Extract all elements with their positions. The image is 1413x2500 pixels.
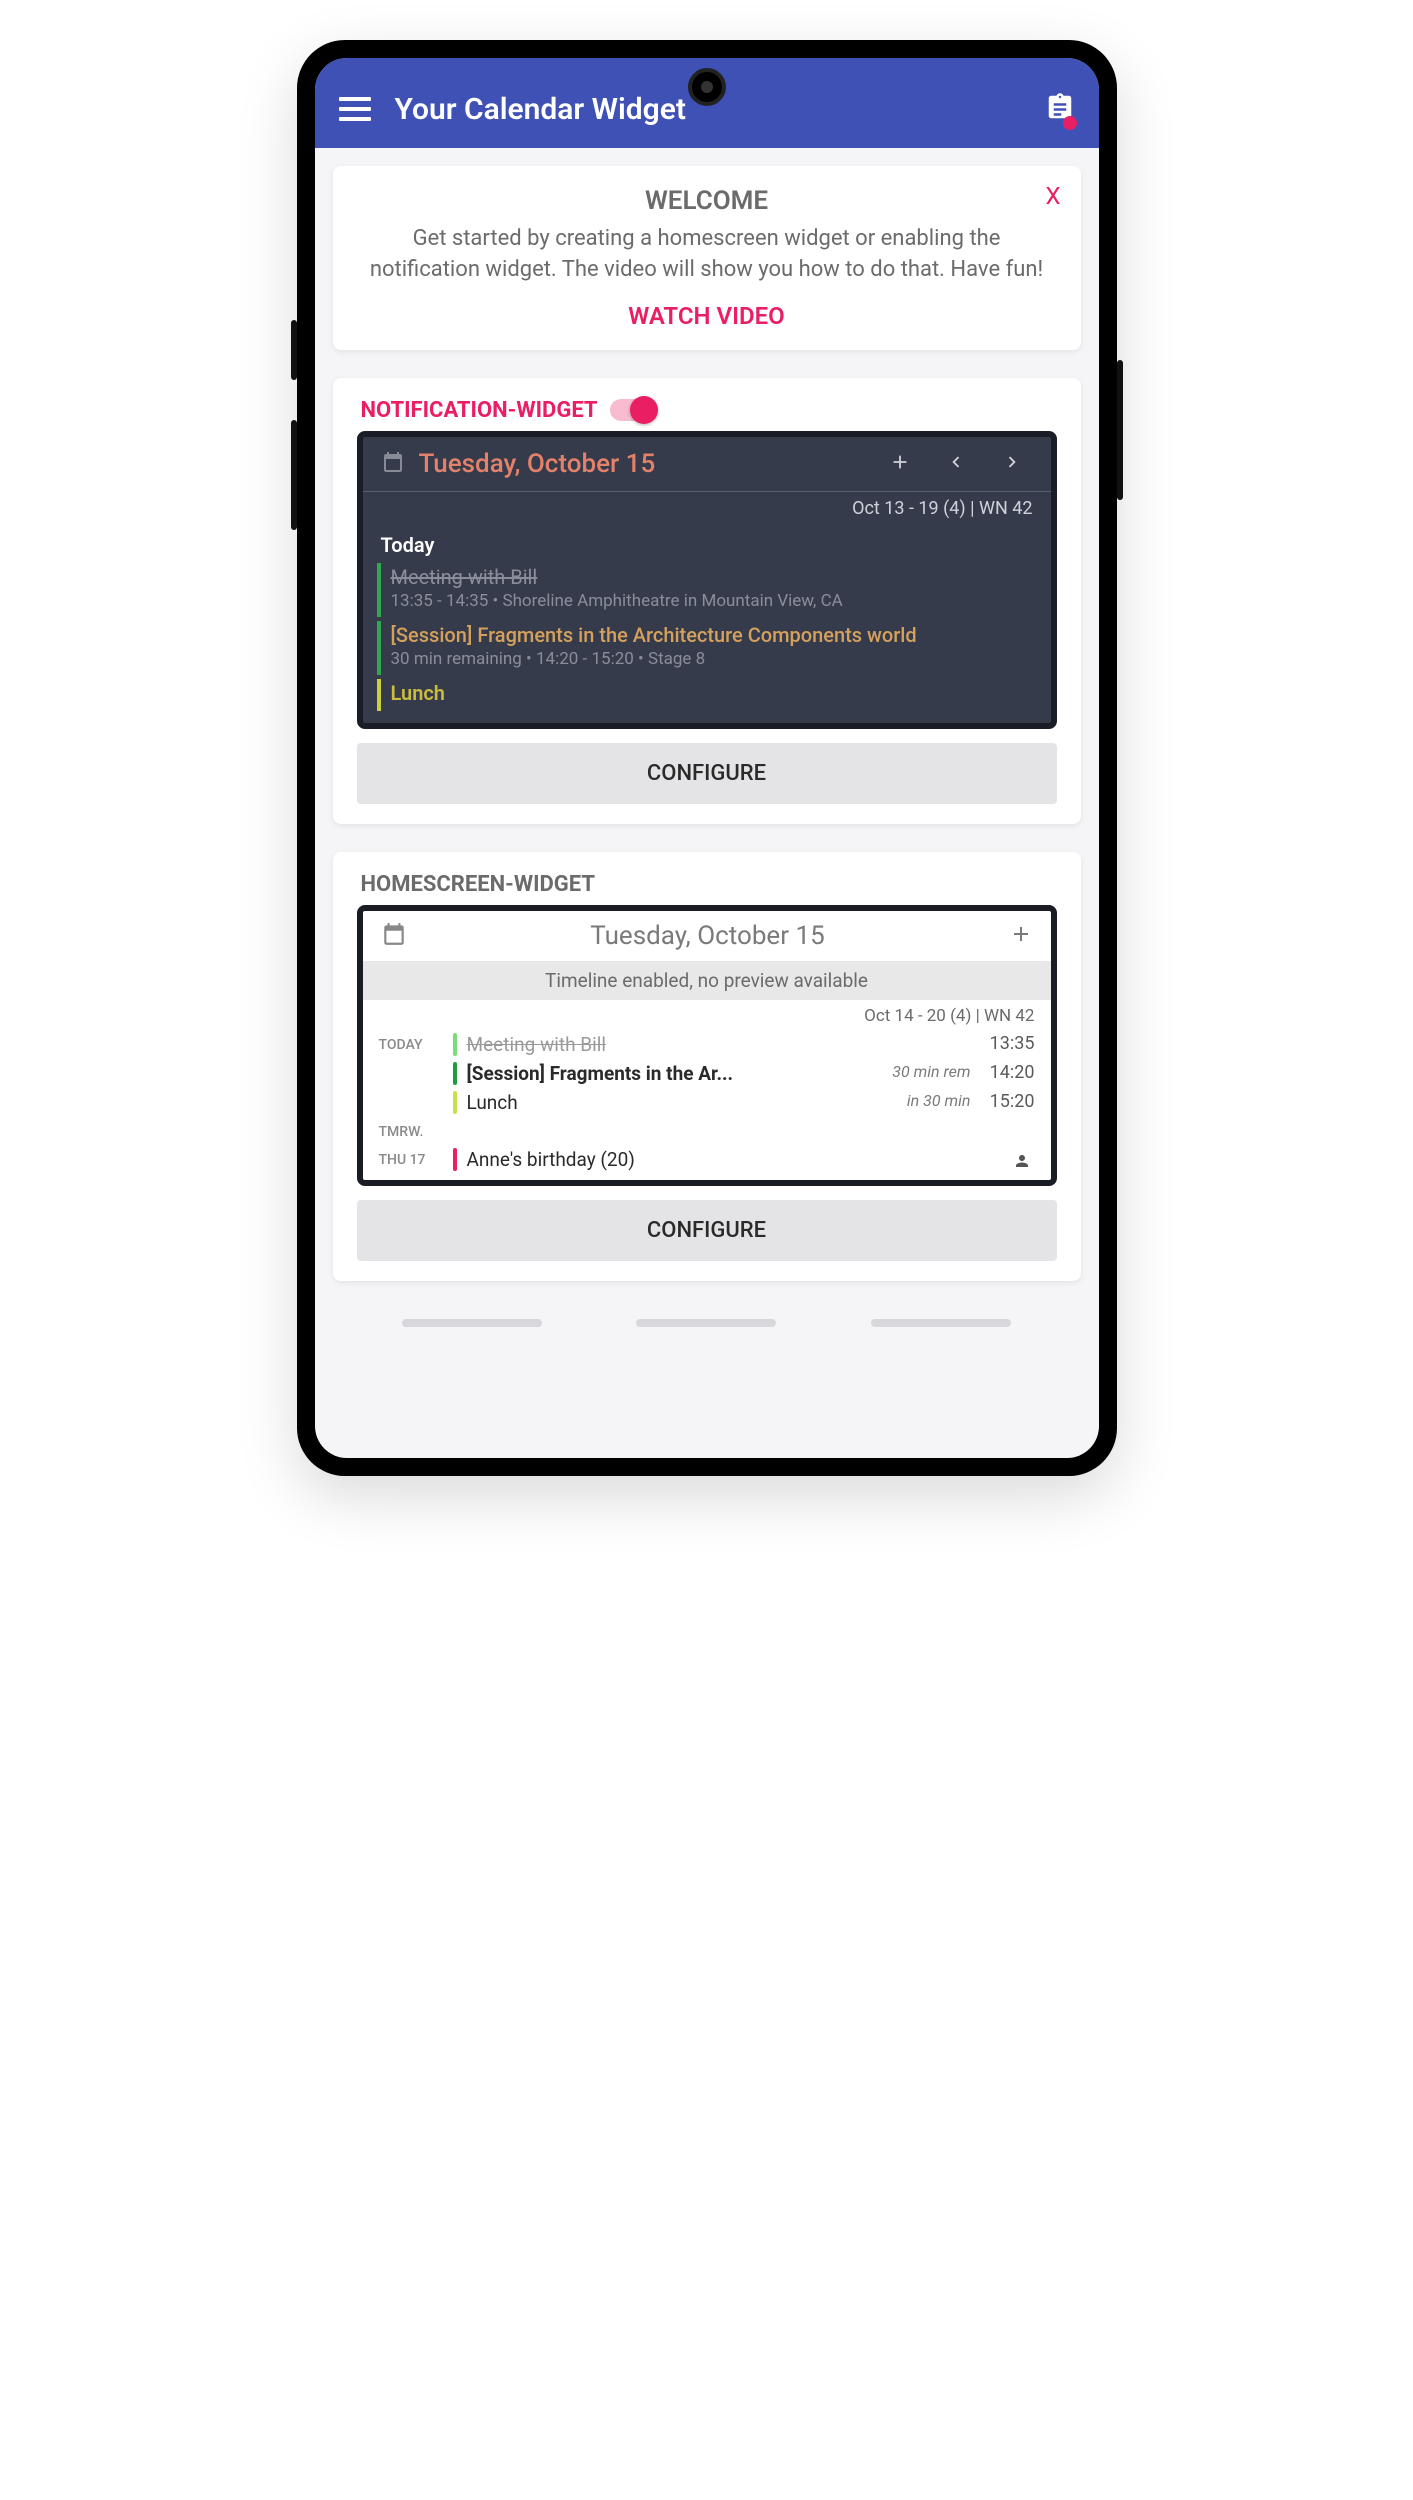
day-label [379,1062,443,1066]
event-item[interactable]: Meeting with Bill13:35 - 14:35 • Shoreli… [377,563,1037,617]
notification-dot [1063,116,1077,130]
menu-icon[interactable] [339,97,371,121]
event-item[interactable]: Lunch [377,679,1037,711]
system-nav-bar [315,1299,1099,1347]
event-title: Lunch [391,681,1037,705]
event-row[interactable]: [Session] Fragments in the Ar... 30 min r… [363,1059,1051,1088]
today-label: Today [377,529,1037,563]
event-item[interactable]: [Session] Fragments in the Architecture … [377,621,1037,675]
day-label: TMRW. [379,1120,443,1140]
notification-widget-preview: Tuesday, October 15 Oct 13 - 19 (4) | WN… [357,431,1057,729]
event-title: [Session] Fragments in the Ar... [467,1062,871,1085]
configure-homescreen-button[interactable]: CONFIGURE [357,1200,1057,1261]
day-label: TODAY [379,1033,443,1053]
homescreen-widget-preview: Tuesday, October 15 Timeline enabled, no… [357,905,1057,1186]
watch-video-button[interactable]: WATCH VIDEO [357,302,1057,330]
nav-home[interactable] [636,1319,776,1327]
event-title: Anne's birthday (20) [467,1148,871,1171]
timeline-banner: Timeline enabled, no preview available [363,961,1051,1000]
event-note: in 30 min [881,1091,971,1110]
event-title: Meeting with Bill [391,565,1037,589]
widget-date: Tuesday, October 15 [419,449,865,479]
event-title: [Session] Fragments in the Architecture … [391,623,1037,647]
event-time: 15:20 [981,1091,1035,1112]
widget-range: Oct 14 - 20 (4) | WN 42 [363,1000,1051,1030]
event-title: Meeting with Bill [467,1033,871,1056]
clipboard-icon[interactable] [1045,90,1075,128]
event-note: 30 min rem [881,1062,971,1081]
event-row[interactable]: TODAY Meeting with Bill 13:35 [363,1030,1051,1059]
event-color-bar [453,1148,457,1171]
event-color-bar [453,1091,457,1114]
calendar-icon [381,921,407,951]
homescreen-widget-card: HOMESCREEN-WIDGET Tuesday, October 15 Ti… [333,852,1081,1281]
welcome-heading: WELCOME [357,186,1057,216]
event-color-bar [453,1033,457,1056]
event-subtitle: 13:35 - 14:35 • Shoreline Amphitheatre i… [391,591,1037,611]
event-row[interactable]: THU 17 Anne's birthday (20) [363,1145,1051,1174]
event-row[interactable]: Lunch in 30 min 15:20 [363,1088,1051,1117]
event-color-bar [453,1062,457,1085]
event-time: 14:20 [981,1062,1035,1083]
notification-toggle[interactable] [610,399,656,421]
day-label [379,1091,443,1095]
nav-recent[interactable] [402,1319,542,1327]
event-row[interactable]: TMRW. [363,1117,1051,1145]
welcome-card: X WELCOME Get started by creating a home… [333,166,1081,350]
calendar-icon [381,450,405,478]
close-icon[interactable]: X [1045,182,1060,210]
widget-range: Oct 13 - 19 (4) | WN 42 [363,492,1051,529]
event-time: 13:35 [981,1033,1035,1054]
chevron-right-icon[interactable] [991,451,1033,477]
event-subtitle: 30 min remaining • 14:20 - 15:20 • Stage… [391,649,1037,669]
add-icon[interactable] [879,451,921,477]
event-title: Lunch [467,1091,871,1114]
widget-date: Tuesday, October 15 [421,921,995,951]
person-icon [1013,1152,1031,1174]
nav-back[interactable] [871,1319,1011,1327]
notification-widget-label: NOTIFICATION-WIDGET [361,398,598,423]
day-label: THU 17 [379,1148,443,1168]
homescreen-widget-label: HOMESCREEN-WIDGET [361,872,596,897]
add-icon[interactable] [1009,922,1033,950]
configure-notification-button[interactable]: CONFIGURE [357,743,1057,804]
chevron-left-icon[interactable] [935,451,977,477]
welcome-body: Get started by creating a homescreen wid… [357,224,1057,286]
notification-widget-card: NOTIFICATION-WIDGET Tuesday, October 15 [333,378,1081,824]
